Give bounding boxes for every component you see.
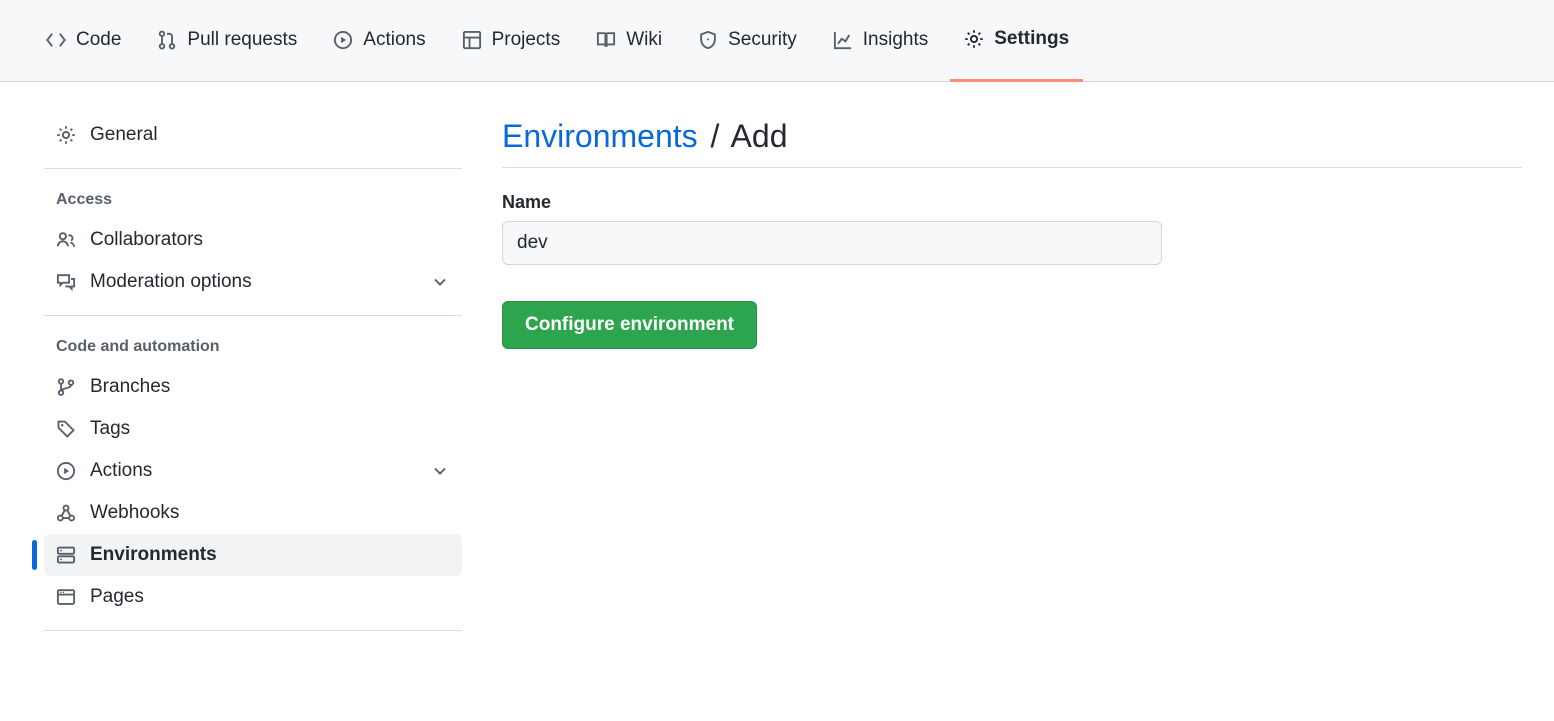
page-title: Environments / Add xyxy=(502,118,1522,168)
sidebar-item-label: Branches xyxy=(90,376,450,398)
tab-pull-requests-label: Pull requests xyxy=(187,29,297,51)
server-icon xyxy=(56,545,76,565)
sidebar-item-branches[interactable]: Branches xyxy=(44,366,462,408)
divider xyxy=(44,315,462,316)
sidebar-item-label: General xyxy=(90,124,450,146)
divider xyxy=(44,630,462,631)
divider xyxy=(44,168,462,169)
sidebar-item-actions[interactable]: Actions xyxy=(44,450,462,492)
sidebar-item-general[interactable]: General xyxy=(44,114,462,156)
main-content: Environments / Add Name Configure enviro… xyxy=(502,114,1522,643)
sidebar-item-environments[interactable]: Environments xyxy=(44,534,462,576)
name-label: Name xyxy=(502,192,1522,213)
chevron-down-icon xyxy=(430,461,450,481)
tab-settings[interactable]: Settings xyxy=(950,0,1083,82)
people-icon xyxy=(56,230,76,250)
tab-settings-label: Settings xyxy=(994,28,1069,50)
code-icon xyxy=(46,30,66,50)
tab-wiki[interactable]: Wiki xyxy=(582,0,676,82)
tab-projects-label: Projects xyxy=(492,29,561,51)
settings-container: General Access Collaborators Moderation … xyxy=(0,82,1554,675)
tab-security[interactable]: Security xyxy=(684,0,811,82)
sidebar-item-label: Environments xyxy=(90,544,450,566)
table-icon xyxy=(462,30,482,50)
sidebar-item-label: Pages xyxy=(90,586,450,608)
tab-code-label: Code xyxy=(76,29,121,51)
breadcrumb-current: Add xyxy=(731,118,788,154)
sidebar-heading-automation: Code and automation xyxy=(44,328,462,366)
git-branch-icon xyxy=(56,377,76,397)
configure-environment-button[interactable]: Configure environment xyxy=(502,301,757,349)
sidebar-item-label: Webhooks xyxy=(90,502,450,524)
browser-icon xyxy=(56,587,76,607)
gear-icon xyxy=(964,29,984,49)
tag-icon xyxy=(56,419,76,439)
breadcrumb-separator: / xyxy=(707,118,724,154)
webhook-icon xyxy=(56,503,76,523)
tab-insights[interactable]: Insights xyxy=(819,0,942,82)
sidebar-item-moderation[interactable]: Moderation options xyxy=(44,261,462,303)
sidebar-item-label: Actions xyxy=(90,460,416,482)
settings-sidebar: General Access Collaborators Moderation … xyxy=(32,114,462,643)
graph-icon xyxy=(833,30,853,50)
tab-actions-label: Actions xyxy=(363,29,425,51)
tab-actions[interactable]: Actions xyxy=(319,0,439,82)
sidebar-item-label: Moderation options xyxy=(90,271,416,293)
sidebar-item-pages[interactable]: Pages xyxy=(44,576,462,618)
play-circle-icon xyxy=(56,461,76,481)
play-circle-icon xyxy=(333,30,353,50)
sidebar-item-webhooks[interactable]: Webhooks xyxy=(44,492,462,534)
tab-security-label: Security xyxy=(728,29,797,51)
breadcrumb-link-environments[interactable]: Environments xyxy=(502,118,698,154)
git-pull-request-icon xyxy=(157,30,177,50)
sidebar-item-tags[interactable]: Tags xyxy=(44,408,462,450)
chevron-down-icon xyxy=(430,272,450,292)
tab-projects[interactable]: Projects xyxy=(448,0,575,82)
tab-pull-requests[interactable]: Pull requests xyxy=(143,0,311,82)
shield-icon xyxy=(698,30,718,50)
sidebar-item-collaborators[interactable]: Collaborators xyxy=(44,219,462,261)
gear-icon xyxy=(56,125,76,145)
sidebar-item-label: Tags xyxy=(90,418,450,440)
book-icon xyxy=(596,30,616,50)
sidebar-heading-access: Access xyxy=(44,181,462,219)
tab-code[interactable]: Code xyxy=(32,0,135,82)
comment-discussion-icon xyxy=(56,272,76,292)
environment-name-input[interactable] xyxy=(502,221,1162,265)
sidebar-item-label: Collaborators xyxy=(90,229,450,251)
tab-wiki-label: Wiki xyxy=(626,29,662,51)
repo-topnav: Code Pull requests Actions Projects Wiki… xyxy=(0,0,1554,82)
tab-insights-label: Insights xyxy=(863,29,928,51)
